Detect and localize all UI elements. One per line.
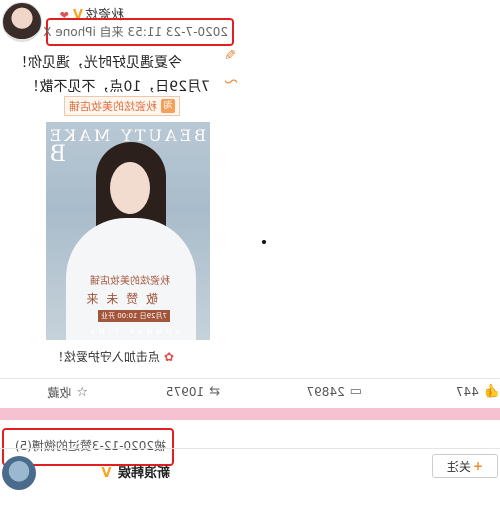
- follow-button[interactable]: + 关注: [432, 454, 498, 478]
- like-button[interactable]: 👍 447: [456, 384, 500, 399]
- separator-bar: [0, 408, 500, 420]
- like-count: 447: [455, 384, 479, 399]
- comment-icon: ▭: [349, 384, 362, 399]
- photo-bottom-text: SUMMER TIME: [86, 328, 180, 336]
- post-image[interactable]: BEAUTY MAKEUP B 秋瓷炫的美妆店铺 敬 赞 未 来 7月29日 1…: [46, 122, 210, 340]
- follow-label: 关注: [446, 459, 471, 474]
- post-text-line-1: 今夏遇见好时光，遇见你！: [14, 55, 182, 71]
- shop-link-label: 秋瓷炫的美妆店铺: [69, 100, 157, 113]
- photo-face: [110, 162, 150, 214]
- liked-posts-note[interactable]: 被2020-12-3赞过的微博(5): [15, 437, 166, 454]
- next-author-avatar[interactable]: [2, 456, 36, 490]
- promo-link[interactable]: ✿点击加入守护爱炫！: [52, 348, 174, 365]
- weibo-post-screenshot: 秋瓷炫V❤ 2020-7-23 11:53 来自 iPhone X ✎ 今夏遇见…: [0, 0, 500, 505]
- photo-side-letter: B: [49, 142, 66, 167]
- pencil-icon: ✎: [224, 48, 236, 64]
- flower-icon: ✿: [163, 350, 174, 364]
- author-avatar[interactable]: [2, 2, 42, 42]
- photo-title: BEAUTY MAKEUP: [46, 126, 206, 145]
- divider-bottom: [0, 448, 500, 449]
- repost-count: 10975: [165, 384, 205, 399]
- next-author-name[interactable]: 新浪韩娱: [118, 466, 170, 481]
- favorite-button[interactable]: ☆ 收藏: [47, 384, 88, 401]
- photo-caption-date: 7月29日 10:00 开业: [98, 310, 170, 322]
- comment-button[interactable]: ▭ 24897: [307, 384, 362, 399]
- verified-icon: V: [101, 466, 112, 481]
- shop-link[interactable]: 淘 秋瓷炫的美妆店铺: [64, 96, 180, 116]
- shop-icon: 淘: [161, 99, 175, 113]
- favorite-label: 收藏: [47, 386, 72, 400]
- promo-text: 点击加入守护爱炫！: [51, 350, 160, 364]
- star-icon: ☆: [76, 385, 88, 400]
- plus-icon: +: [472, 459, 484, 473]
- action-bar: ☆ 收藏 ⇄ 10975 ▭ 24897 👍 447: [0, 380, 500, 408]
- repost-button[interactable]: ⇄ 10975: [166, 384, 220, 399]
- tilde-icon: ～: [224, 75, 238, 91]
- repost-icon: ⇄: [209, 384, 220, 399]
- post-timestamp[interactable]: 2020-7-23 11:53: [128, 25, 229, 39]
- next-author-row: 新浪韩娱 V: [101, 462, 170, 481]
- stray-dot: [262, 240, 266, 244]
- thumbs-up-icon: 👍: [483, 384, 500, 399]
- post-meta: 2020-7-23 11:53 来自 iPhone X: [43, 23, 228, 40]
- photo-caption-main: 敬 赞 未 来: [84, 292, 158, 306]
- comment-count: 24897: [306, 384, 345, 399]
- post-source: 来自 iPhone X: [43, 25, 124, 39]
- photo-caption-top: 秋瓷炫的美妆店铺: [90, 276, 170, 287]
- divider-top: [0, 378, 500, 379]
- post-text-line-2: 7月29日，10点，不见不散！: [25, 79, 210, 95]
